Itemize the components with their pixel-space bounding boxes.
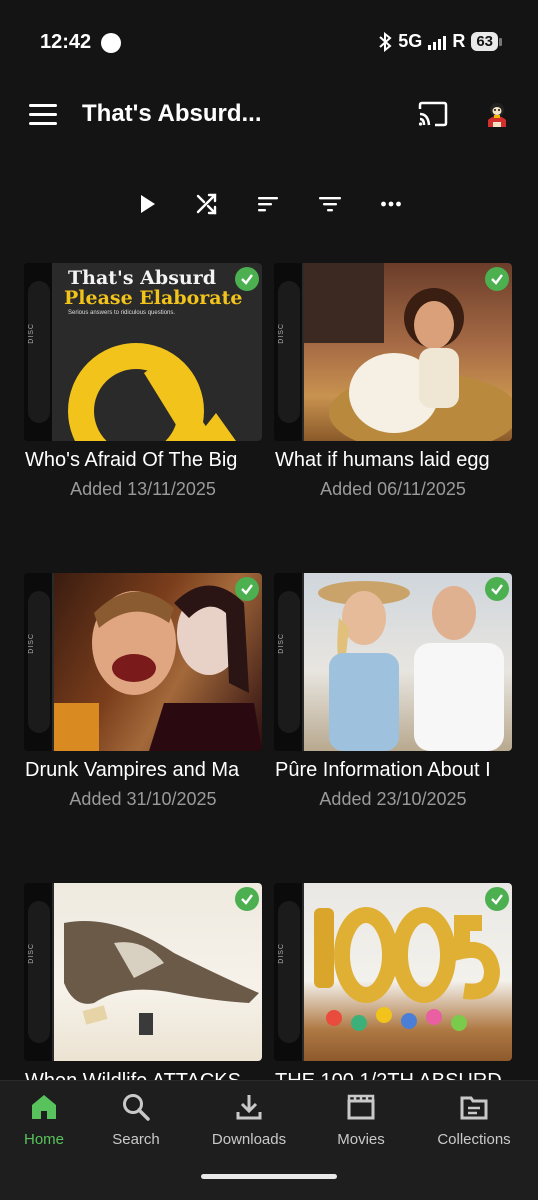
episode-card[interactable]: DISC That's Absurd Please Elaborate Seri… — [24, 263, 262, 513]
nav-item-movies[interactable]: Movies — [307, 1081, 415, 1159]
episode-artwork: That's Absurd Please Elaborate Serious a… — [54, 263, 262, 441]
bottom-navigation: Home Search Downloads Movies Collections — [0, 1080, 538, 1200]
play-icon[interactable] — [129, 186, 165, 222]
action-toolbar — [0, 186, 538, 222]
episode-date: Added 06/11/2025 — [320, 479, 466, 499]
balloons-illustration-icon — [314, 907, 501, 1031]
episode-title: Who's Afraid Of The Big — [25, 449, 238, 471]
watched-check-icon — [485, 267, 509, 291]
disc-spine: DISC — [274, 883, 304, 1061]
search-icon — [123, 1094, 150, 1121]
episode-thumbnail[interactable]: DISC That's Absurd Please Elaborate Seri… — [24, 263, 262, 441]
home-icon — [32, 1095, 56, 1119]
hamburger-menu-icon[interactable] — [29, 104, 57, 126]
collections-icon — [460, 1096, 488, 1120]
episode-title: What if humans laid egg — [275, 449, 490, 471]
episode-thumbnail[interactable]: DISC — [274, 883, 512, 1061]
episode-title-clipped: When Wildlife ATTACKS — [25, 1068, 263, 1080]
episode-artwork — [304, 573, 512, 751]
nav-label: Search — [112, 1131, 160, 1148]
nav-item-collections[interactable]: Collections — [420, 1081, 528, 1159]
nav-label: Movies — [337, 1131, 385, 1148]
bluetooth-icon — [379, 31, 392, 52]
movie-icon — [347, 1094, 375, 1120]
sort-icon[interactable] — [250, 186, 286, 222]
filter-icon[interactable] — [312, 186, 348, 222]
cast-icon[interactable] — [417, 101, 449, 127]
avatar-icon[interactable] — [482, 100, 512, 130]
roaming-indicator: R — [452, 31, 466, 51]
download-icon — [236, 1095, 262, 1120]
notification-dot-icon — [101, 33, 121, 53]
home-indicator[interactable] — [201, 1174, 337, 1179]
watched-check-icon — [485, 887, 509, 911]
episode-card[interactable]: DISC Pûre Information About I Added 23/1… — [274, 573, 512, 823]
episode-thumbnail[interactable]: DISC — [24, 573, 262, 751]
nav-label: Collections — [437, 1131, 511, 1148]
episode-title: Drunk Vampires and Ma — [25, 759, 240, 781]
episode-title: When Wildlife ATTACKS — [25, 1070, 263, 1080]
episode-card[interactable]: DISC What if humans laid egg Added 06/11… — [274, 263, 512, 513]
episode-title: Pûre Information About I — [275, 759, 491, 781]
episode-thumbnail[interactable]: DISC — [274, 573, 512, 751]
episode-artwork — [304, 883, 512, 1061]
taxidermy-illustration-icon — [64, 921, 259, 1035]
couple-illustration-icon — [318, 581, 504, 751]
episode-artwork — [304, 263, 512, 441]
disc-spine: DISC — [24, 573, 54, 751]
watched-check-icon — [485, 577, 509, 601]
status-indicators: 5G R 63 — [378, 31, 502, 52]
watched-check-icon — [235, 577, 259, 601]
artwork-subtitle: Please Elaborate — [64, 287, 243, 309]
disc-spine: DISC — [24, 883, 54, 1061]
egg-illustration-icon — [304, 263, 512, 441]
episode-thumbnail[interactable]: DISC — [24, 883, 262, 1061]
page-title: That's Absurd... — [82, 100, 262, 127]
disc-spine: DISC — [274, 573, 304, 751]
shuffle-icon[interactable] — [189, 186, 225, 222]
episode-title: THE 100 1/2TH ABSURD — [275, 1070, 513, 1080]
watched-check-icon — [235, 887, 259, 911]
episode-title-clipped: THE 100 1/2TH ABSURD — [275, 1068, 513, 1080]
battery-icon: 63 — [471, 32, 502, 51]
app-bar: That's Absurd... — [0, 88, 538, 144]
episode-artwork — [54, 883, 262, 1061]
more-icon[interactable] — [373, 186, 409, 222]
artwork-tagline: Serious answers to ridiculous questions. — [68, 310, 176, 316]
episode-date: Added 23/10/2025 — [319, 789, 467, 809]
signal-icon — [428, 34, 447, 50]
nav-item-downloads[interactable]: Downloads — [195, 1081, 303, 1159]
artwork-title: That's Absurd — [68, 267, 217, 289]
episode-card[interactable]: DISC Drunk Vampires and Ma Added 31/10/2… — [24, 573, 262, 823]
vampires-illustration-icon — [54, 585, 262, 751]
disc-spine: DISC — [24, 263, 54, 441]
watched-check-icon — [235, 267, 259, 291]
episode-artwork — [54, 573, 262, 751]
network-type: 5G — [398, 31, 423, 51]
status-time: 12:42 — [40, 31, 92, 53]
show-logo-icon — [68, 343, 236, 441]
nav-item-search[interactable]: Search — [82, 1081, 190, 1159]
episode-thumbnail[interactable]: DISC — [274, 263, 512, 441]
nav-label: Downloads — [211, 1131, 287, 1148]
episode-date: Added 13/11/2025 — [70, 479, 216, 499]
disc-spine: DISC — [274, 263, 304, 441]
episode-date: Added 31/10/2025 — [69, 789, 217, 809]
status-bar: 12:42 5G R 63 — [0, 0, 538, 88]
